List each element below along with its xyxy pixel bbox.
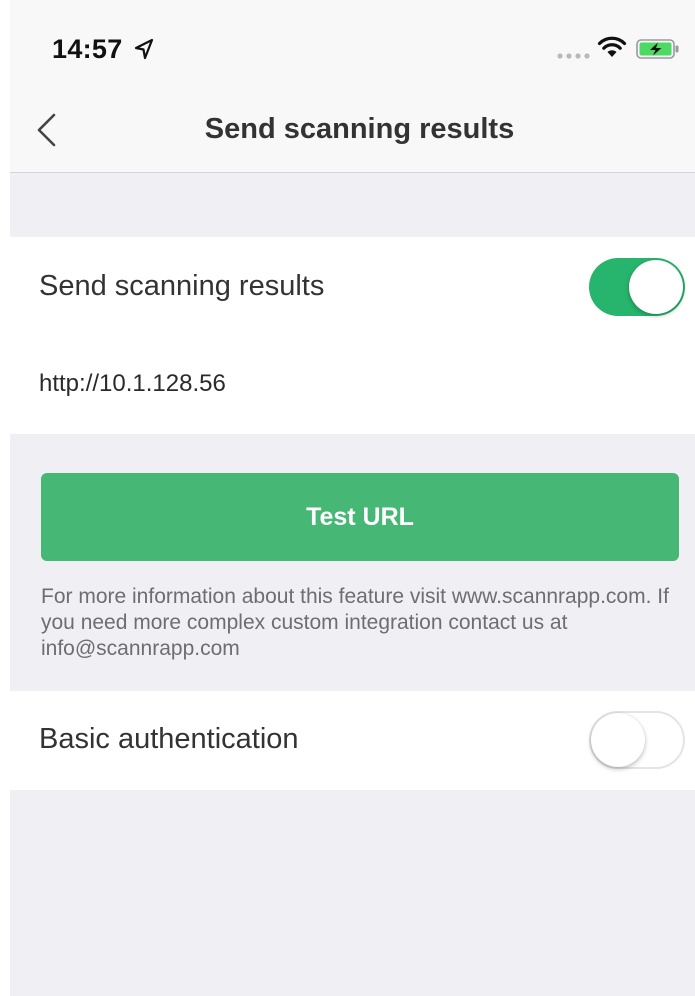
navigation-bar: Send scanning results: [0, 95, 695, 173]
toggle-knob: [629, 260, 683, 314]
test-url-button[interactable]: Test URL: [41, 473, 679, 561]
page-title: Send scanning results: [204, 113, 515, 145]
status-time: 14:57: [52, 34, 123, 64]
url-field[interactable]: http://10.1.128.56: [39, 370, 226, 398]
status-bar: 14:57: [0, 0, 695, 95]
screen: 14:57 Send scanning results Send scannin…: [0, 0, 695, 996]
left-edge: [0, 0, 10, 996]
send-results-label: Send scanning results: [39, 270, 325, 302]
basic-auth-toggle[interactable]: [589, 711, 685, 769]
location-arrow-icon: [134, 38, 154, 60]
toggle-knob: [591, 713, 645, 767]
info-footnote: For more information about this feature …: [41, 585, 669, 660]
basic-auth-label: Basic authentication: [39, 723, 299, 755]
wifi-icon: [597, 36, 627, 57]
signal-dots-icon: [557, 53, 590, 59]
send-results-toggle[interactable]: [589, 258, 685, 316]
battery-charging-icon: [636, 39, 679, 59]
basic-auth-section: Basic authentication: [0, 691, 695, 790]
send-results-section: Send scanning results http://10.1.128.56: [0, 237, 695, 434]
